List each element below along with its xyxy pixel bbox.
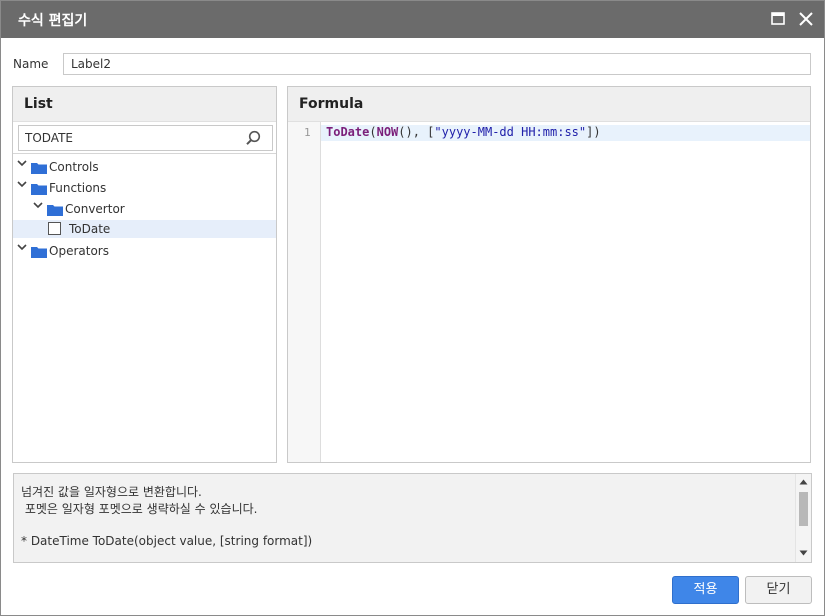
- code-token: "yyyy-MM-dd HH:mm:ss": [434, 125, 587, 139]
- description-scrollbar[interactable]: [795, 474, 811, 562]
- description-line: 넘겨진 값을 일자형으로 변환합니다.: [21, 485, 202, 499]
- folder-icon: [31, 184, 47, 195]
- description-line: 포멧은 일자형 포멧으로 생략하실 수 있습니다.: [21, 502, 258, 516]
- dialog-title: 수식 편집기: [18, 13, 88, 29]
- tree-item-label: Operators: [49, 244, 109, 258]
- tree-separator: [13, 153, 276, 154]
- code-token: (: [369, 125, 377, 139]
- code-token: NOW: [376, 125, 399, 139]
- apply-button[interactable]: 적용: [672, 576, 739, 604]
- folder-icon: [47, 205, 63, 216]
- list-panel-header: List: [13, 87, 276, 122]
- list-panel-title: List: [24, 96, 53, 112]
- formula-panel-title: Formula: [299, 96, 364, 112]
- tree-item-label: Convertor: [65, 202, 125, 216]
- name-label: Name: [13, 57, 49, 71]
- tree-item-functions[interactable]: Functions: [13, 179, 276, 197]
- close-button[interactable]: 닫기: [745, 576, 812, 604]
- search-input[interactable]: [18, 125, 273, 151]
- code-token: ]): [586, 125, 601, 139]
- tree-item-controls[interactable]: Controls: [13, 158, 276, 176]
- chevron-down-icon[interactable]: [17, 158, 27, 170]
- tree-item-label: ToDate: [69, 222, 111, 236]
- title-bar[interactable]: 수식 편집기: [1, 1, 824, 38]
- code-token: (), [: [398, 125, 435, 139]
- description-line: * DateTime ToDate(object value, [string …: [21, 534, 313, 548]
- scroll-up-icon[interactable]: [799, 479, 808, 485]
- folder-icon: [31, 247, 47, 258]
- maximize-icon[interactable]: [768, 9, 788, 29]
- formula-panel: Formula 1 ToDate(NOW(), ["yyyy-MM-dd HH:…: [287, 86, 811, 463]
- formula-panel-header: Formula: [288, 87, 810, 122]
- todate-checkbox[interactable]: [48, 222, 61, 235]
- code-token: ToDate: [326, 125, 370, 139]
- line-gutter: [288, 122, 321, 462]
- tree-item-operators[interactable]: Operators: [13, 242, 276, 260]
- search-icon[interactable]: [245, 130, 261, 146]
- function-description: 넘겨진 값을 일자형으로 변환합니다. 포멧은 일자형 포멧으로 생략하실 수 …: [13, 473, 812, 563]
- close-icon[interactable]: [796, 9, 816, 29]
- name-input[interactable]: [63, 53, 811, 75]
- chevron-down-icon[interactable]: [17, 242, 27, 254]
- formula-code-editor[interactable]: ToDate(NOW(), ["yyyy-MM-dd HH:mm:ss"]): [326, 125, 601, 139]
- folder-icon: [31, 163, 47, 174]
- tree-item-label: Controls: [49, 160, 99, 174]
- tree-item-todate[interactable]: ToDate: [13, 220, 276, 238]
- scrollbar-thumb[interactable]: [799, 492, 808, 526]
- tree-item-convertor[interactable]: Convertor: [13, 200, 276, 218]
- tree-item-label: Functions: [49, 181, 107, 195]
- chevron-down-icon[interactable]: [17, 179, 27, 191]
- chevron-down-icon[interactable]: [33, 200, 43, 212]
- scroll-down-icon[interactable]: [799, 550, 808, 556]
- line-number: 1: [304, 126, 311, 139]
- formula-editor-dialog: 수식 편집기 Name List Controls Functions: [0, 0, 825, 616]
- list-panel: List Controls Functions Convertor ToDate: [12, 86, 277, 463]
